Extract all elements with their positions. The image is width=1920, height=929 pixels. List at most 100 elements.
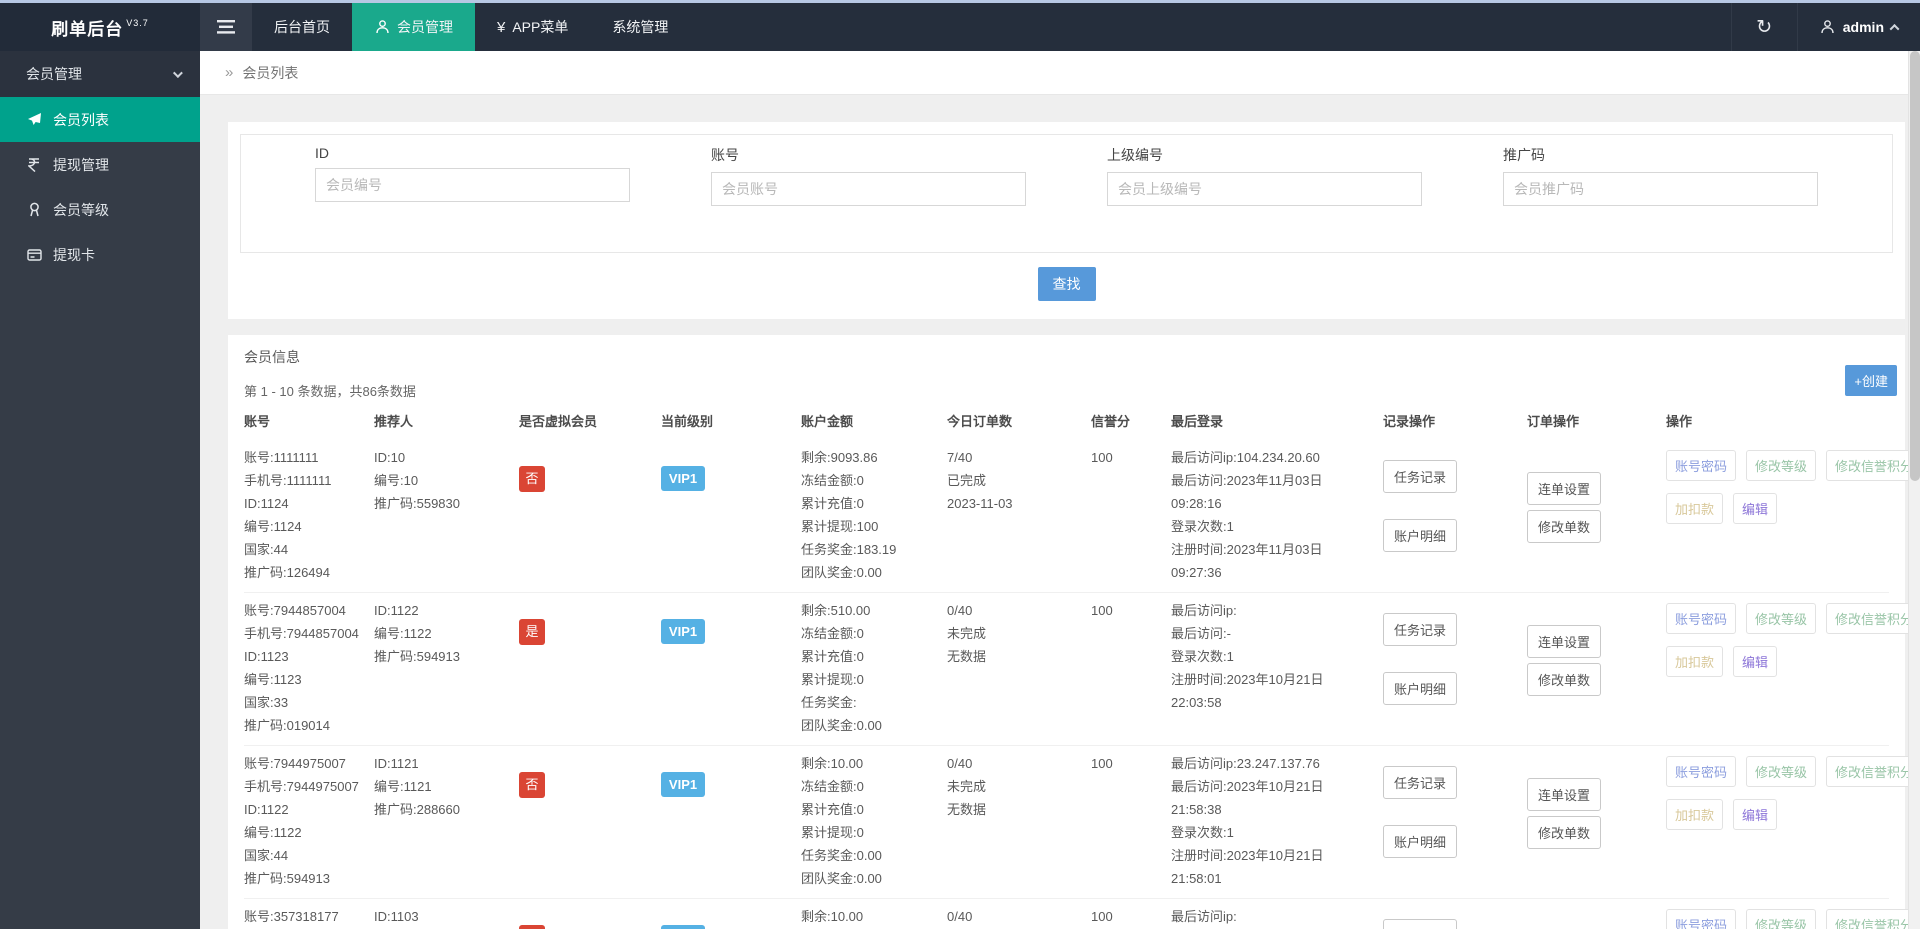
field-group-promo-code: 推广码 (1503, 145, 1818, 206)
sidebar-item-member-level[interactable]: 会员等级 (0, 187, 200, 232)
cell-line: 注册时间:2023年10月21日 (1171, 672, 1324, 687)
task-record-button[interactable]: 任务记录 (1383, 766, 1458, 799)
modify-order-count-button[interactable]: 修改单数 (1527, 816, 1602, 849)
account-password-button[interactable]: 账号密码 (1666, 603, 1737, 634)
tab-member-management[interactable]: 会员管理 (352, 3, 475, 51)
cell-line: 剩余:9093.86 (801, 450, 878, 465)
account-password-button[interactable]: 账号密码 (1666, 450, 1737, 481)
refresh-icon[interactable]: ↻ (1730, 3, 1797, 51)
page-scrollbar[interactable] (1908, 51, 1920, 929)
credit-cell: 100 (1091, 599, 1171, 737)
search-parent-id-input[interactable] (1107, 172, 1422, 206)
col-header-referrer: 推荐人 (374, 414, 414, 429)
sidebar-item-label: 会员列表 (53, 111, 109, 128)
level-cell: VIP1 (661, 446, 801, 584)
referrer-cell: ID:10 编号:10 推广码:559830 (374, 446, 519, 584)
modify-credit-score-button[interactable]: 修改信誉积分 (1826, 603, 1920, 634)
login-cell: 最后访问ip:23.247.137.76 最后访问:2023年10月21日 21:5… (1171, 752, 1383, 890)
virtual-badge: 否 (519, 925, 545, 929)
tab-app-menu[interactable]: ¥ APP菜单 (475, 3, 590, 51)
cell-line: 09:27:36 (1171, 565, 1222, 580)
cell-line: 国家:44 (244, 848, 289, 863)
create-member-button[interactable]: +创建 (1845, 365, 1897, 396)
record-ops-cell: 任务记录账户明细 (1383, 905, 1527, 929)
sidebar-item-label: 会员等级 (53, 201, 109, 218)
modify-level-button[interactable]: 修改等级 (1746, 603, 1817, 634)
tab-system-management[interactable]: 系统管理 (590, 3, 690, 51)
edit-button[interactable]: 编辑 (1733, 799, 1778, 830)
account-cell: 账号:7944975007 手机号:7944975007 ID:1122 编号:112… (244, 752, 374, 890)
balance-cell: 剩余:10.00 冻结金额:0 累计充值:0 累计提现:0 任务奖金:0.00 团队奖金:… (801, 752, 947, 890)
modify-order-count-button[interactable]: 修改单数 (1527, 510, 1602, 543)
tab-dashboard[interactable]: 后台首页 (252, 3, 352, 51)
search-account-input[interactable] (711, 172, 1026, 206)
user-menu[interactable]: admin (1796, 3, 1920, 51)
search-id-input[interactable] (315, 168, 630, 202)
order-ops-cell: 连单设置修改单数 (1527, 446, 1666, 584)
tab-label: 后台首页 (274, 19, 330, 35)
member-row: 账号:7944857004 手机号:7944857004 ID:1123 编号:112… (244, 593, 1920, 746)
login-cell: 最后访问ip: 最后访问:- 登录次数:1 注册时间:2023年10月21日 22:03… (1171, 599, 1383, 737)
account-detail-button[interactable]: 账户明细 (1383, 672, 1458, 705)
cell-line: 编号:1124 (244, 519, 302, 534)
add-deduction-button[interactable]: 加扣款 (1666, 493, 1724, 524)
level-badge: VIP1 (661, 619, 705, 644)
cell-line: 账号:7944975007 (244, 756, 346, 771)
medal-icon (26, 202, 42, 217)
sidebar-item-member-list[interactable]: 会员列表 (0, 97, 200, 142)
sidebar-group-member-management[interactable]: 会员管理 (0, 51, 200, 97)
task-record-button[interactable]: 任务记录 (1383, 460, 1458, 493)
task-record-button[interactable]: 任务记录 (1383, 613, 1458, 646)
col-header-orders-today: 今日订单数 (947, 414, 1013, 429)
sidebar-item-label: 提现卡 (53, 246, 95, 263)
cell-line: 21:58:01 (1171, 871, 1222, 886)
breadcrumb: » 会员列表 (200, 51, 1920, 95)
modify-credit-score-button[interactable]: 修改信誉积分 (1826, 909, 1920, 929)
ops-cell: 账号密码修改等级修改信誉积分加扣款编辑 (1666, 446, 1920, 584)
modify-credit-score-button[interactable]: 修改信誉积分 (1826, 756, 1920, 787)
modify-level-button[interactable]: 修改等级 (1746, 756, 1817, 787)
cell-line: 未完成 (947, 779, 987, 794)
orders-cell: 0/40 未完成 无数据 (947, 599, 1091, 737)
cell-line: ID:1123 (244, 649, 289, 664)
edit-button[interactable]: 编辑 (1733, 646, 1778, 677)
sidebar-item-withdraw-card[interactable]: 提现卡 (0, 232, 200, 277)
task-record-button[interactable]: 任务记录 (1383, 919, 1458, 929)
hamburger-menu-icon[interactable] (200, 3, 252, 51)
modify-level-button[interactable]: 修改等级 (1746, 909, 1817, 929)
field-group-parent-id: 上级编号 (1107, 145, 1422, 206)
add-deduction-button[interactable]: 加扣款 (1666, 799, 1724, 830)
person-icon (1820, 20, 1836, 34)
modify-level-button[interactable]: 修改等级 (1746, 450, 1817, 481)
account-password-button[interactable]: 账号密码 (1666, 756, 1737, 787)
account-detail-button[interactable]: 账户明细 (1383, 519, 1458, 552)
edit-button[interactable]: 编辑 (1733, 493, 1778, 524)
modify-order-count-button[interactable]: 修改单数 (1527, 663, 1602, 696)
cell-line: 手机号:1111111 (244, 473, 332, 488)
chain-order-setting-button[interactable]: 连单设置 (1527, 778, 1602, 811)
sidebar-item-withdraw-management[interactable]: 提现管理 (0, 142, 200, 187)
col-header-level: 当前级别 (661, 414, 714, 429)
cell-line: 团队奖金:0.00 (801, 565, 882, 580)
cell-line: 无数据 (947, 649, 987, 664)
cell-line: 无数据 (947, 802, 987, 817)
cell-line: 最后访问ip: (1171, 603, 1237, 618)
member-table-panel: 会员信息 +创建 第 1 - 10 条数据，共86条数据 账号 推荐人 是否虚拟… (228, 335, 1920, 929)
col-header-credit: 信誉分 (1091, 414, 1131, 429)
account-password-button[interactable]: 账号密码 (1666, 909, 1737, 929)
cell-line: 累计提现:100 (801, 519, 879, 534)
add-deduction-button[interactable]: 加扣款 (1666, 646, 1724, 677)
cell-line: 最后访问:2023年10月21日 (1171, 779, 1324, 794)
credit-cell: 100 (1091, 446, 1171, 584)
scrollbar-thumb[interactable] (1910, 51, 1920, 481)
balance-cell: 剩余:9093.86 冻结金额:0 累计充值:0 累计提现:100 任务奖金:183.1… (801, 446, 947, 584)
account-detail-button[interactable]: 账户明细 (1383, 825, 1458, 858)
cell-line: 最后访问ip:104.234.20.60 (1171, 450, 1320, 465)
top-navbar: 刷单后台 V3.7 后台首页 会员管理 ¥ APP菜单 系统管理 ↻ admin (0, 3, 1920, 51)
chain-order-setting-button[interactable]: 连单设置 (1527, 472, 1602, 505)
search-button[interactable]: 查找 (1037, 267, 1096, 301)
modify-credit-score-button[interactable]: 修改信誉积分 (1826, 450, 1920, 481)
search-promo-code-input[interactable] (1503, 172, 1818, 206)
col-header-last-login: 最后登录 (1171, 414, 1224, 429)
chain-order-setting-button[interactable]: 连单设置 (1527, 625, 1602, 658)
